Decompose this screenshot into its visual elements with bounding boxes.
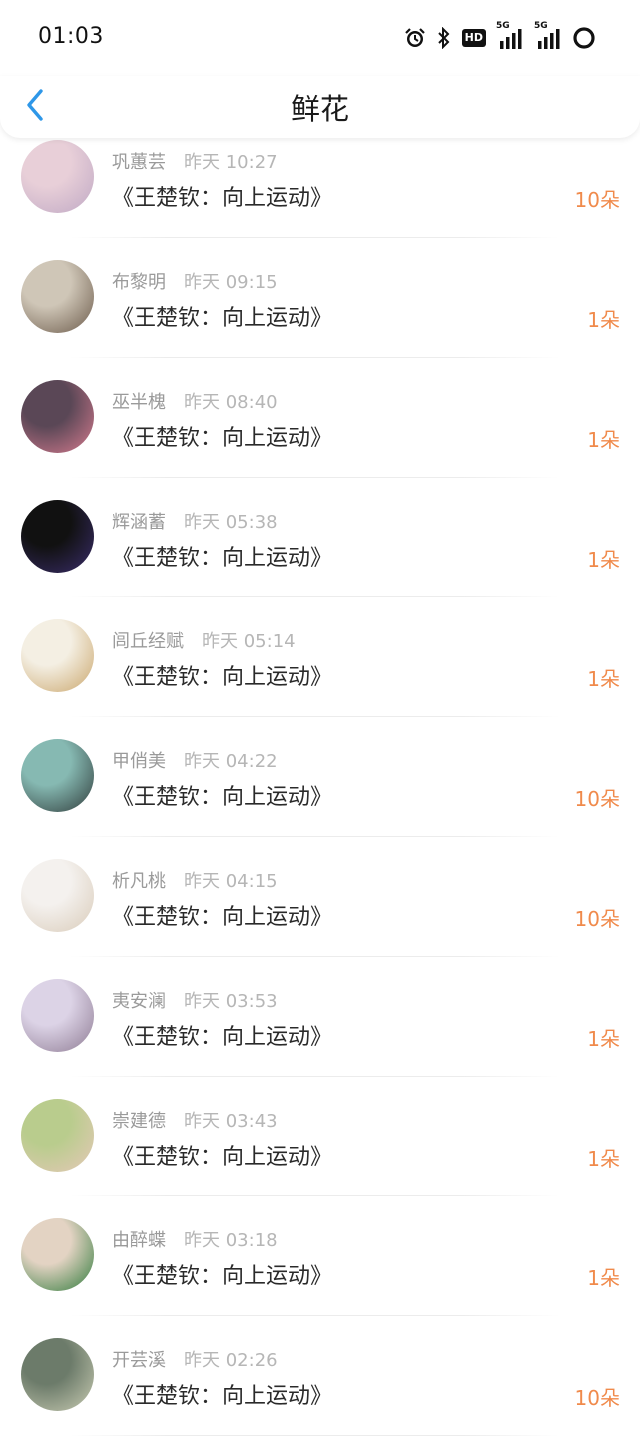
- sender-name-line: 辉涵蓄 昨天 05:38: [112, 508, 278, 534]
- list-item[interactable]: 开芸溪 昨天 02:26 《王楚钦：向上运动》 10朵: [0, 1316, 640, 1436]
- sender-name: 巫半槐: [112, 391, 166, 413]
- list-item[interactable]: 夷安澜 昨天 03:53 《王楚钦：向上运动》 1朵: [0, 957, 640, 1077]
- flower-count: 1朵: [587, 427, 620, 452]
- avatar[interactable]: [21, 1218, 94, 1292]
- book-title[interactable]: 《王楚钦：向上运动》: [112, 779, 332, 811]
- timestamp: 昨天 04:15: [184, 870, 278, 892]
- timestamp: 昨天 10:27: [184, 152, 278, 173]
- flower-count: 10朵: [574, 787, 620, 812]
- book-title[interactable]: 《王楚钦：向上运动》: [112, 659, 332, 691]
- avatar[interactable]: [21, 619, 94, 693]
- page-title: 鲜花: [290, 92, 349, 126]
- list-item[interactable]: 由醉蝶 昨天 03:18 《王楚钦：向上运动》 1朵: [0, 1196, 640, 1317]
- avatar[interactable]: [21, 379, 94, 453]
- avatar[interactable]: [21, 260, 94, 333]
- timestamp: 昨天 03:18: [184, 1230, 278, 1252]
- status-bar: 01:03 HD 5G 5G: [0, 0, 640, 76]
- sender-name: 甲俏美: [112, 751, 166, 773]
- flower-count: 1朵: [587, 308, 620, 332]
- sender-name: 夷安澜: [112, 990, 166, 1012]
- book-title[interactable]: 《王楚钦：向上运动》: [112, 1139, 332, 1171]
- list-item[interactable]: 崇建德 昨天 03:43 《王楚钦：向上运动》 1朵: [0, 1077, 640, 1197]
- sender-name: 析凡桃: [112, 870, 166, 892]
- list-item[interactable]: 巫半槐 昨天 08:40 《王楚钦：向上运动》 1朵: [0, 358, 640, 478]
- book-title[interactable]: 《王楚钦：向上运动》: [112, 300, 332, 332]
- signal-icon-2: 5G: [534, 21, 562, 49]
- sender-name-line: 布黎明 昨天 09:15: [112, 268, 278, 294]
- timestamp: 昨天 05:38: [184, 511, 278, 533]
- flower-count: 1朵: [587, 1266, 620, 1291]
- sender-name: 辉涵蓄: [112, 511, 166, 533]
- book-title[interactable]: 《王楚钦：向上运动》: [112, 899, 332, 931]
- avatar[interactable]: [21, 858, 94, 932]
- book-title[interactable]: 《王楚钦：向上运动》: [112, 540, 332, 572]
- flower-count: 1朵: [587, 1146, 620, 1171]
- sender-name: 布黎明: [112, 272, 166, 293]
- battery-ring-icon: [572, 26, 596, 50]
- bluetooth-icon: [436, 27, 452, 49]
- sender-name: 闾丘经赋: [112, 631, 184, 653]
- list-item[interactable]: 巩蕙芸 昨天 10:27 《王楚钦：向上运动》 10朵: [0, 138, 640, 238]
- sender-name-line: 由醉蝶 昨天 03:18: [112, 1226, 278, 1252]
- list-item[interactable]: 辉涵蓄 昨天 05:38 《王楚钦：向上运动》 1朵: [0, 478, 640, 598]
- sender-name-line: 巫半槐 昨天 08:40: [112, 388, 278, 414]
- flower-count: 10朵: [574, 906, 620, 931]
- top-navigation-bar: 鲜花: [0, 76, 640, 138]
- network-label-1: 5G: [496, 21, 510, 31]
- sender-name-line: 甲俏美 昨天 04:22: [112, 747, 278, 773]
- timestamp: 昨天 05:14: [202, 631, 296, 653]
- network-label-2: 5G: [534, 21, 548, 31]
- avatar[interactable]: [21, 1338, 94, 1412]
- list-item[interactable]: 析凡桃 昨天 04:15 《王楚钦：向上运动》 10朵: [0, 837, 640, 957]
- timestamp: 昨天 09:15: [184, 272, 278, 293]
- timestamp: 昨天 03:43: [184, 1110, 278, 1132]
- avatar[interactable]: [21, 1098, 94, 1172]
- book-title[interactable]: 《王楚钦：向上运动》: [112, 420, 332, 452]
- hd-label: HD: [464, 31, 483, 44]
- book-title[interactable]: 《王楚钦：向上运动》: [112, 1378, 332, 1410]
- timestamp: 昨天 08:40: [184, 391, 278, 413]
- list-item[interactable]: 布黎明 昨天 09:15 《王楚钦：向上运动》 1朵: [0, 238, 640, 358]
- status-time: 01:03: [38, 24, 104, 49]
- sender-name: 崇建德: [112, 1110, 166, 1132]
- sender-name: 巩蕙芸: [112, 152, 166, 173]
- flower-gift-list: 巩蕙芸 昨天 10:27 《王楚钦：向上运动》 10朵 布黎明 昨天 09:15 《…: [0, 138, 640, 1436]
- book-title[interactable]: 《王楚钦：向上运动》: [112, 180, 332, 212]
- timestamp: 昨天 02:26: [184, 1350, 278, 1372]
- avatar[interactable]: [21, 140, 94, 213]
- sender-name: 由醉蝶: [112, 1230, 166, 1252]
- avatar[interactable]: [21, 978, 94, 1052]
- book-title[interactable]: 《王楚钦：向上运动》: [112, 1258, 332, 1290]
- flower-count: 1朵: [587, 547, 620, 572]
- hd-icon: HD: [461, 29, 486, 47]
- sender-name-line: 巩蕙芸 昨天 10:27: [112, 148, 278, 174]
- flower-count: 1朵: [587, 667, 620, 692]
- sender-name-line: 崇建德 昨天 03:43: [112, 1107, 278, 1133]
- flower-count: 10朵: [574, 188, 620, 212]
- timestamp: 昨天 03:53: [184, 990, 278, 1012]
- sender-name-line: 析凡桃 昨天 04:15: [112, 867, 278, 893]
- system-icons: HD 5G 5G: [404, 21, 596, 51]
- timestamp: 昨天 04:22: [184, 751, 278, 773]
- flower-count: 10朵: [574, 1386, 620, 1411]
- avatar[interactable]: [21, 739, 94, 813]
- avatar[interactable]: [21, 499, 94, 573]
- sender-name-line: 夷安澜 昨天 03:53: [112, 987, 278, 1013]
- signal-icon-1: 5G: [496, 21, 524, 49]
- list-item[interactable]: 闾丘经赋 昨天 05:14 《王楚钦：向上运动》 1朵: [0, 597, 640, 718]
- sender-name: 开芸溪: [112, 1350, 166, 1372]
- sender-name-line: 开芸溪 昨天 02:26: [112, 1346, 278, 1372]
- list-item[interactable]: 甲俏美 昨天 04:22 《王楚钦：向上运动》 10朵: [0, 717, 640, 837]
- book-title[interactable]: 《王楚钦：向上运动》: [112, 1019, 332, 1051]
- flower-count: 1朵: [587, 1026, 620, 1051]
- sender-name-line: 闾丘经赋 昨天 05:14: [112, 627, 296, 653]
- alarm-icon: [404, 27, 426, 49]
